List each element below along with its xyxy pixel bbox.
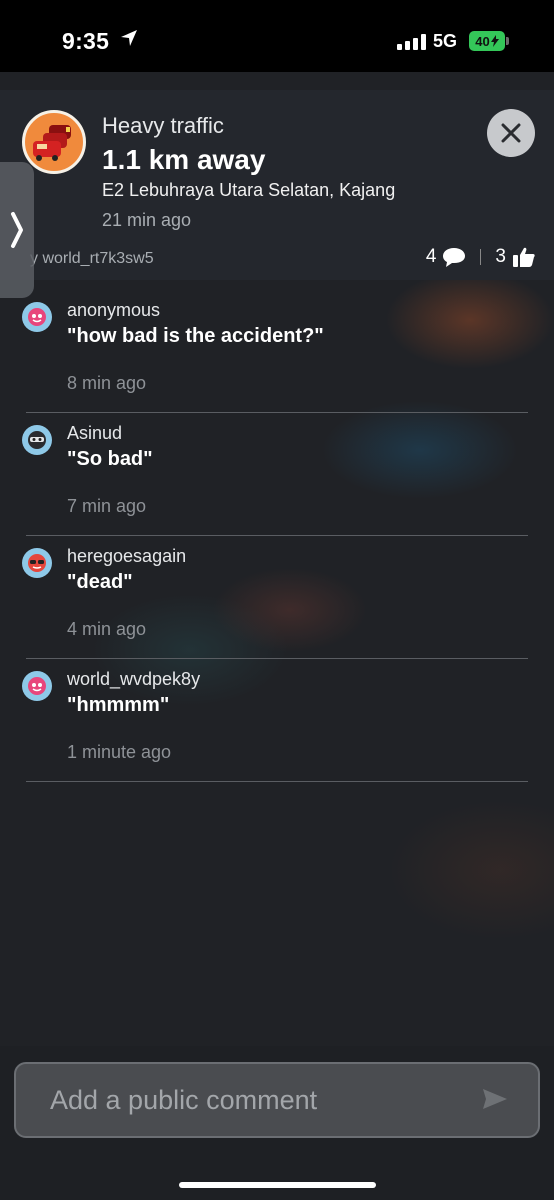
comment-text: "So bad"	[67, 448, 153, 470]
comment-time: 8 min ago	[67, 373, 147, 393]
comment-divider	[26, 781, 528, 782]
network-type: 5G	[433, 31, 458, 51]
close-icon	[501, 123, 521, 143]
comment-divider	[26, 658, 528, 659]
comment-text: "hmmmm"	[67, 694, 170, 716]
comment-divider	[26, 535, 528, 536]
comment-divider	[26, 412, 528, 413]
comment-time: 1 minute ago	[67, 742, 172, 762]
send-button[interactable]	[482, 1088, 508, 1115]
comment-username: Asinud	[67, 423, 123, 443]
charging-bolt-icon	[490, 35, 499, 47]
send-icon	[483, 1089, 507, 1109]
alert-header: Heavy traffic 1.1 km away E2 Lebuhraya U…	[0, 90, 554, 280]
battery-level: 40	[475, 33, 490, 49]
sunglasses-wazer-icon	[22, 548, 52, 578]
comment-item: anonymous "how bad is the accident?" 8 m…	[0, 294, 554, 417]
comment-time: 4 min ago	[67, 619, 147, 639]
comment-text: "dead"	[67, 571, 133, 593]
comment-count: 4	[425, 246, 437, 267]
alert-type: Heavy traffic	[102, 113, 224, 138]
battery-tip	[506, 37, 509, 45]
alert-stats: 4 3	[426, 246, 536, 268]
comment-item: Asinud "So bad" 7 min ago	[0, 417, 554, 540]
comment-username: world_wvdpek8y	[67, 669, 201, 689]
pink-wazer-icon	[22, 302, 52, 332]
comment-item: world_wvdpek8y "hmmmm" 1 minute ago	[0, 663, 554, 786]
alert-distance: 1.1 km away	[102, 144, 266, 175]
traffic-jam-icon	[22, 110, 86, 174]
status-time: 9:35	[62, 28, 110, 54]
comment-item: heregoesagain "dead" 4 min ago	[0, 540, 554, 663]
chevron-right-icon	[11, 212, 23, 248]
close-button[interactable]	[487, 109, 535, 157]
side-panel-toggle[interactable]	[0, 162, 34, 298]
pink-wazer-icon	[22, 671, 52, 701]
screen: 9:35 5G 40 Heavy traffic 1.1 km away E2 …	[0, 0, 554, 1200]
home-indicator[interactable]	[179, 1182, 376, 1188]
status-bar: 9:35 5G 40	[0, 0, 554, 72]
battery-icon: 40	[469, 31, 505, 51]
thumbs-up-icon[interactable]	[512, 246, 536, 268]
comment-time: 7 min ago	[67, 496, 147, 516]
comment-username: anonymous	[67, 300, 161, 320]
alert-reporter[interactable]: y world_rt7k3sw5	[30, 250, 154, 268]
thumbs-up-count: 3	[495, 246, 506, 267]
location-arrow-icon	[120, 29, 138, 52]
comment-bar	[0, 1046, 554, 1200]
comment-text: "how bad is the accident?"	[67, 325, 324, 347]
comment-username: heregoesagain	[67, 546, 187, 566]
alert-time: 21 min ago	[102, 210, 192, 230]
cellular-signal-icon	[397, 34, 426, 50]
alert-road: E2 Lebuhraya Utara Selatan, Kajang	[102, 180, 396, 200]
stat-separator	[480, 249, 482, 265]
ninja-wazer-icon	[22, 425, 52, 455]
comment-input[interactable]	[14, 1062, 540, 1138]
comment-icon[interactable]	[442, 246, 466, 268]
